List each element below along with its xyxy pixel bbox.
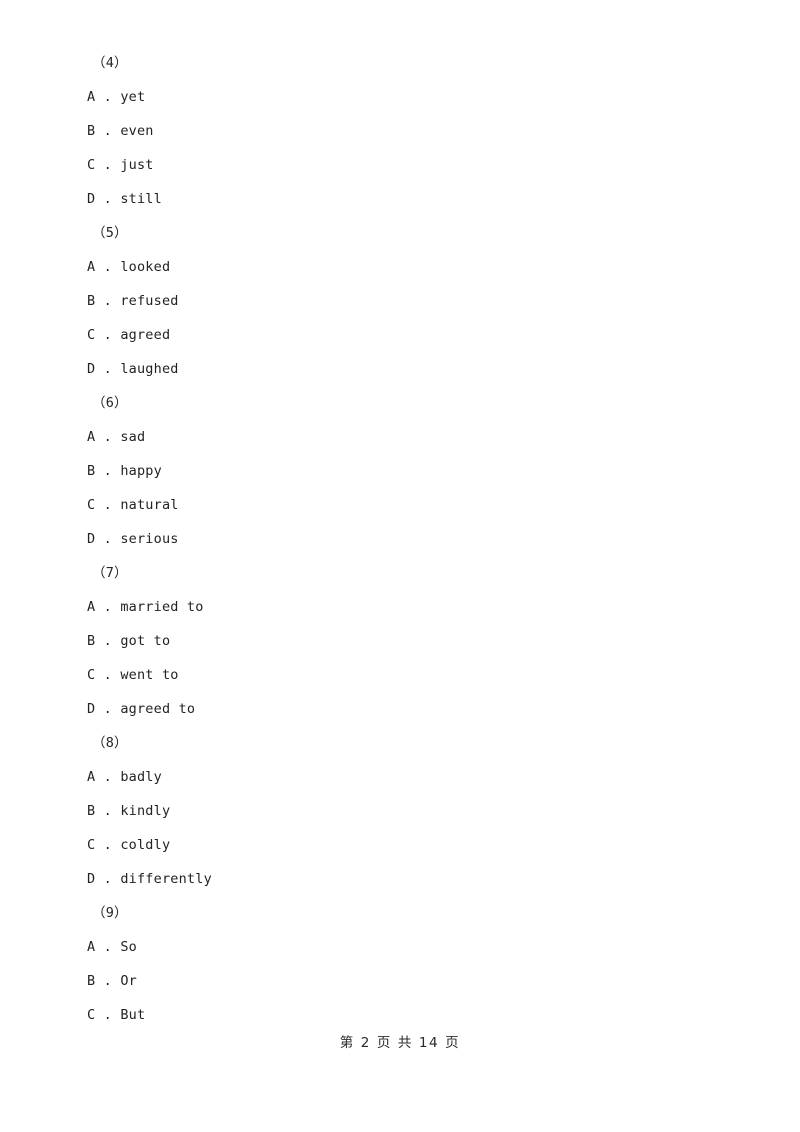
option-text: even (120, 123, 154, 139)
option-separator: . (95, 939, 121, 955)
option-text: But (120, 1007, 146, 1023)
option-text: still (120, 191, 162, 207)
option-separator: . (95, 259, 121, 275)
question-number-label: （4） (92, 55, 128, 71)
option-text: coldly (120, 837, 171, 853)
option-separator: . (95, 157, 121, 173)
answer-option[interactable]: B . Or (87, 964, 727, 998)
option-separator: . (95, 871, 121, 887)
option-separator: . (95, 633, 121, 649)
answer-option[interactable]: C . But (87, 998, 727, 1032)
document-page: （4） A . yet B . even C . just D . still （5） A … (0, 0, 800, 1132)
answer-option[interactable]: A . sad (87, 420, 727, 454)
option-separator: . (95, 837, 121, 853)
answer-option[interactable]: B . happy (87, 454, 727, 488)
answer-option[interactable]: C . natural (87, 488, 727, 522)
option-separator: . (95, 429, 121, 445)
option-text: looked (120, 259, 171, 275)
answer-option[interactable]: A . married to (87, 590, 727, 624)
option-separator: . (95, 599, 121, 615)
option-text: differently (120, 871, 212, 887)
option-text: happy (120, 463, 162, 479)
option-separator: . (95, 463, 121, 479)
answer-option[interactable]: C . coldly (87, 828, 727, 862)
option-text: Or (120, 973, 137, 989)
option-separator: . (95, 973, 121, 989)
option-text: kindly (120, 803, 171, 819)
question-group: （5） A . looked B . refused C . agreed D . la… (87, 216, 727, 386)
question-group: （8） A . badly B . kindly C . coldly D . diff… (87, 726, 727, 896)
option-text: agreed (120, 327, 171, 343)
option-separator: . (95, 701, 121, 717)
option-text: serious (120, 531, 179, 547)
question-number-label: （7） (92, 565, 128, 581)
option-separator: . (95, 361, 121, 377)
option-separator: . (95, 497, 121, 513)
answer-option[interactable]: B . got to (87, 624, 727, 658)
question-group: （9） A . So B . Or C . But (87, 896, 727, 1032)
answer-option[interactable]: C . just (87, 148, 727, 182)
question-group: （7） A . married to B . got to C . went to D … (87, 556, 727, 726)
option-text: just (120, 157, 154, 173)
answer-option[interactable]: D . serious (87, 522, 727, 556)
answer-option[interactable]: A . badly (87, 760, 727, 794)
option-separator: . (95, 293, 121, 309)
answer-option[interactable]: A . So (87, 930, 727, 964)
question-group: （4） A . yet B . even C . just D . still (87, 46, 727, 216)
answer-option[interactable]: D . still (87, 182, 727, 216)
option-text: went to (120, 667, 179, 683)
answer-option[interactable]: A . looked (87, 250, 727, 284)
option-text: laughed (120, 361, 179, 377)
option-text: refused (120, 293, 179, 309)
option-text: badly (120, 769, 162, 785)
option-separator: . (95, 1007, 121, 1023)
question-number-label: （8） (92, 735, 128, 751)
option-separator: . (95, 667, 121, 683)
option-text: So (120, 939, 137, 955)
option-separator: . (95, 89, 121, 105)
answer-option[interactable]: B . kindly (87, 794, 727, 828)
question-number-label: （5） (92, 225, 128, 241)
option-separator: . (95, 191, 121, 207)
option-text: natural (120, 497, 179, 513)
question-number-label: （6） (92, 395, 128, 411)
option-separator: . (95, 123, 121, 139)
option-separator: . (95, 769, 121, 785)
option-separator: . (95, 327, 121, 343)
answer-option[interactable]: C . agreed (87, 318, 727, 352)
page-footer: 第 2 页 共 14 页 (339, 1035, 461, 1051)
option-separator: . (95, 803, 121, 819)
option-text: married to (120, 599, 204, 615)
option-text: yet (120, 89, 146, 105)
question-number-label: （9） (92, 905, 128, 921)
option-separator: . (95, 531, 121, 547)
answer-option[interactable]: A . yet (87, 80, 727, 114)
question-group: （6） A . sad B . happy C . natural D . seriou… (87, 386, 727, 556)
answer-option[interactable]: B . even (87, 114, 727, 148)
answer-option[interactable]: B . refused (87, 284, 727, 318)
option-text: agreed to (120, 701, 196, 717)
question-list: （4） A . yet B . even C . just D . still （5） A … (87, 46, 727, 1032)
answer-option[interactable]: C . went to (87, 658, 727, 692)
answer-option[interactable]: D . agreed to (87, 692, 727, 726)
option-text: got to (120, 633, 171, 649)
answer-option[interactable]: D . differently (87, 862, 727, 896)
option-text: sad (120, 429, 146, 445)
answer-option[interactable]: D . laughed (87, 352, 727, 386)
